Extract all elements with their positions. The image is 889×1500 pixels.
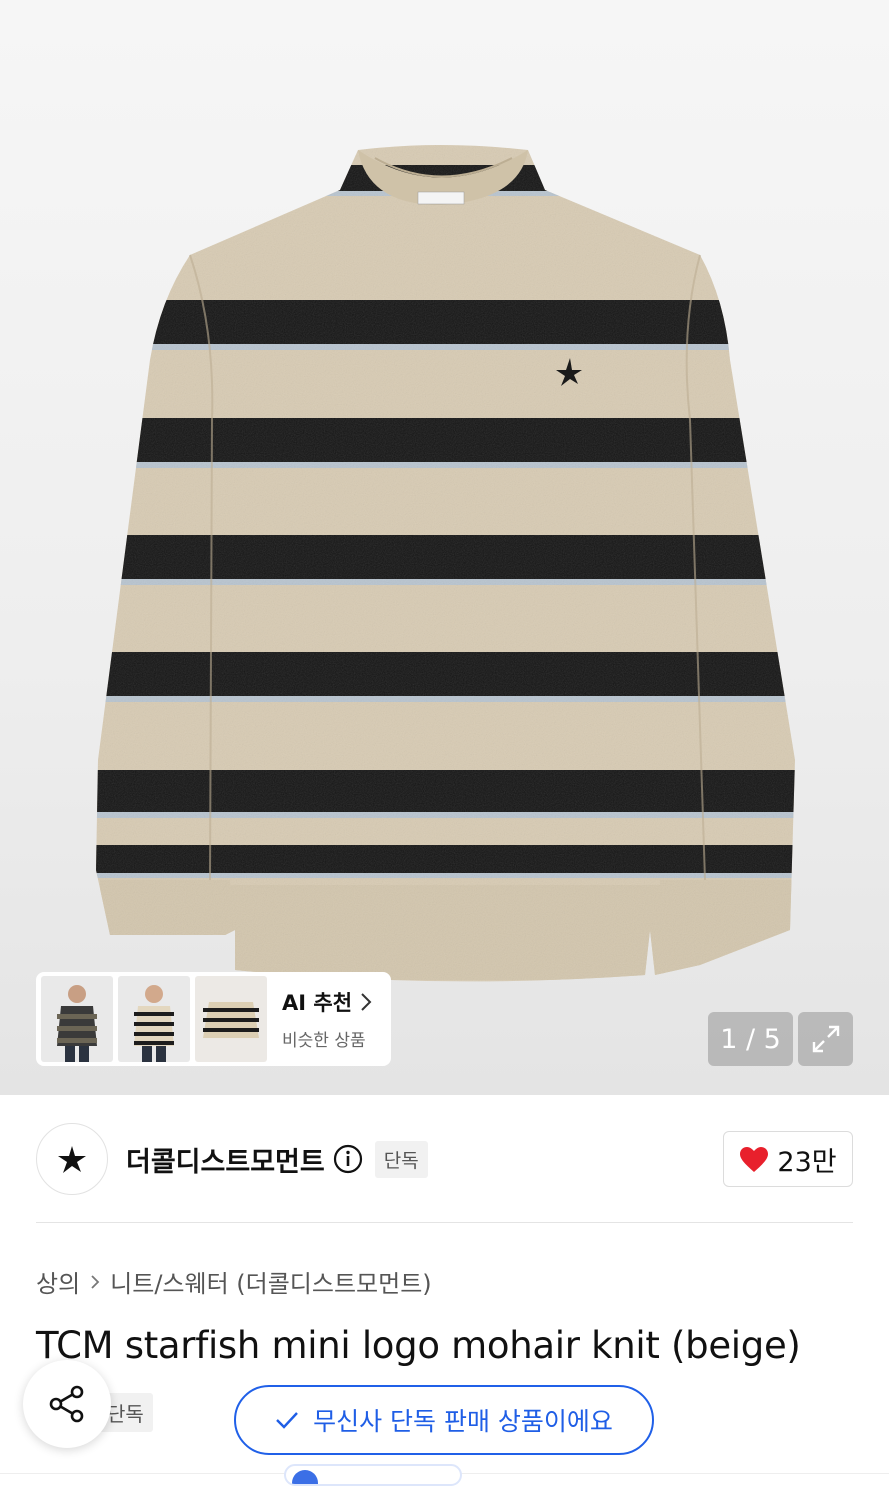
like-button[interactable]: 23만	[723, 1131, 853, 1187]
ai-recommend-card[interactable]: AI 추천 비슷한 상품	[36, 972, 391, 1066]
chevron-right-icon	[361, 993, 372, 1011]
recommend-thumbnail[interactable]	[41, 976, 113, 1062]
expand-icon	[812, 1025, 839, 1053]
brand-row: 더콜디스트모먼트 단독 23만	[36, 1123, 853, 1195]
brand-logo[interactable]	[36, 1123, 108, 1195]
breadcrumb: 상의 니트/스웨터 (더콜디스트모먼트)	[36, 1264, 432, 1299]
recommend-subtitle: 비슷한 상품	[282, 1031, 366, 1051]
recommend-title-label: AI 추천	[282, 991, 353, 1015]
breadcrumb-category[interactable]: 상의	[36, 1264, 80, 1299]
product-image-gallery[interactable]: AI 추천 비슷한 상품 1 / 5	[0, 0, 889, 1095]
heart-icon	[740, 1146, 769, 1172]
expand-button[interactable]	[798, 1012, 853, 1066]
like-count: 23만	[777, 1146, 837, 1178]
bottom-floating-pill[interactable]	[284, 1464, 462, 1486]
breadcrumb-subcategory[interactable]: 니트/스웨터 (더콜디스트모먼트)	[110, 1264, 431, 1299]
starfish-logo-icon	[58, 1146, 86, 1173]
recommend-title[interactable]: AI 추천	[282, 987, 372, 1017]
check-icon	[276, 1412, 298, 1429]
divider	[36, 1222, 853, 1223]
recommend-thumbnail[interactable]	[195, 976, 267, 1062]
exclusive-notice-label: 무신사 단독 판매 상품이에요	[313, 1407, 613, 1436]
info-icon[interactable]	[333, 1144, 363, 1174]
exclusive-notice[interactable]: 무신사 단독 판매 상품이에요	[234, 1385, 654, 1455]
share-icon	[49, 1385, 84, 1423]
exclusive-badge: 단독	[374, 1140, 428, 1178]
share-button[interactable]	[23, 1360, 111, 1448]
recommend-thumbnail[interactable]	[118, 976, 190, 1062]
chevron-right-icon	[91, 1274, 100, 1289]
image-counter: 1 / 5	[708, 1012, 793, 1066]
product-image[interactable]	[0, 0, 889, 1095]
brand-name[interactable]: 더콜디스트모먼트	[126, 1140, 325, 1179]
product-title: TCM starfish mini logo mohair knit (beig…	[36, 1324, 801, 1367]
